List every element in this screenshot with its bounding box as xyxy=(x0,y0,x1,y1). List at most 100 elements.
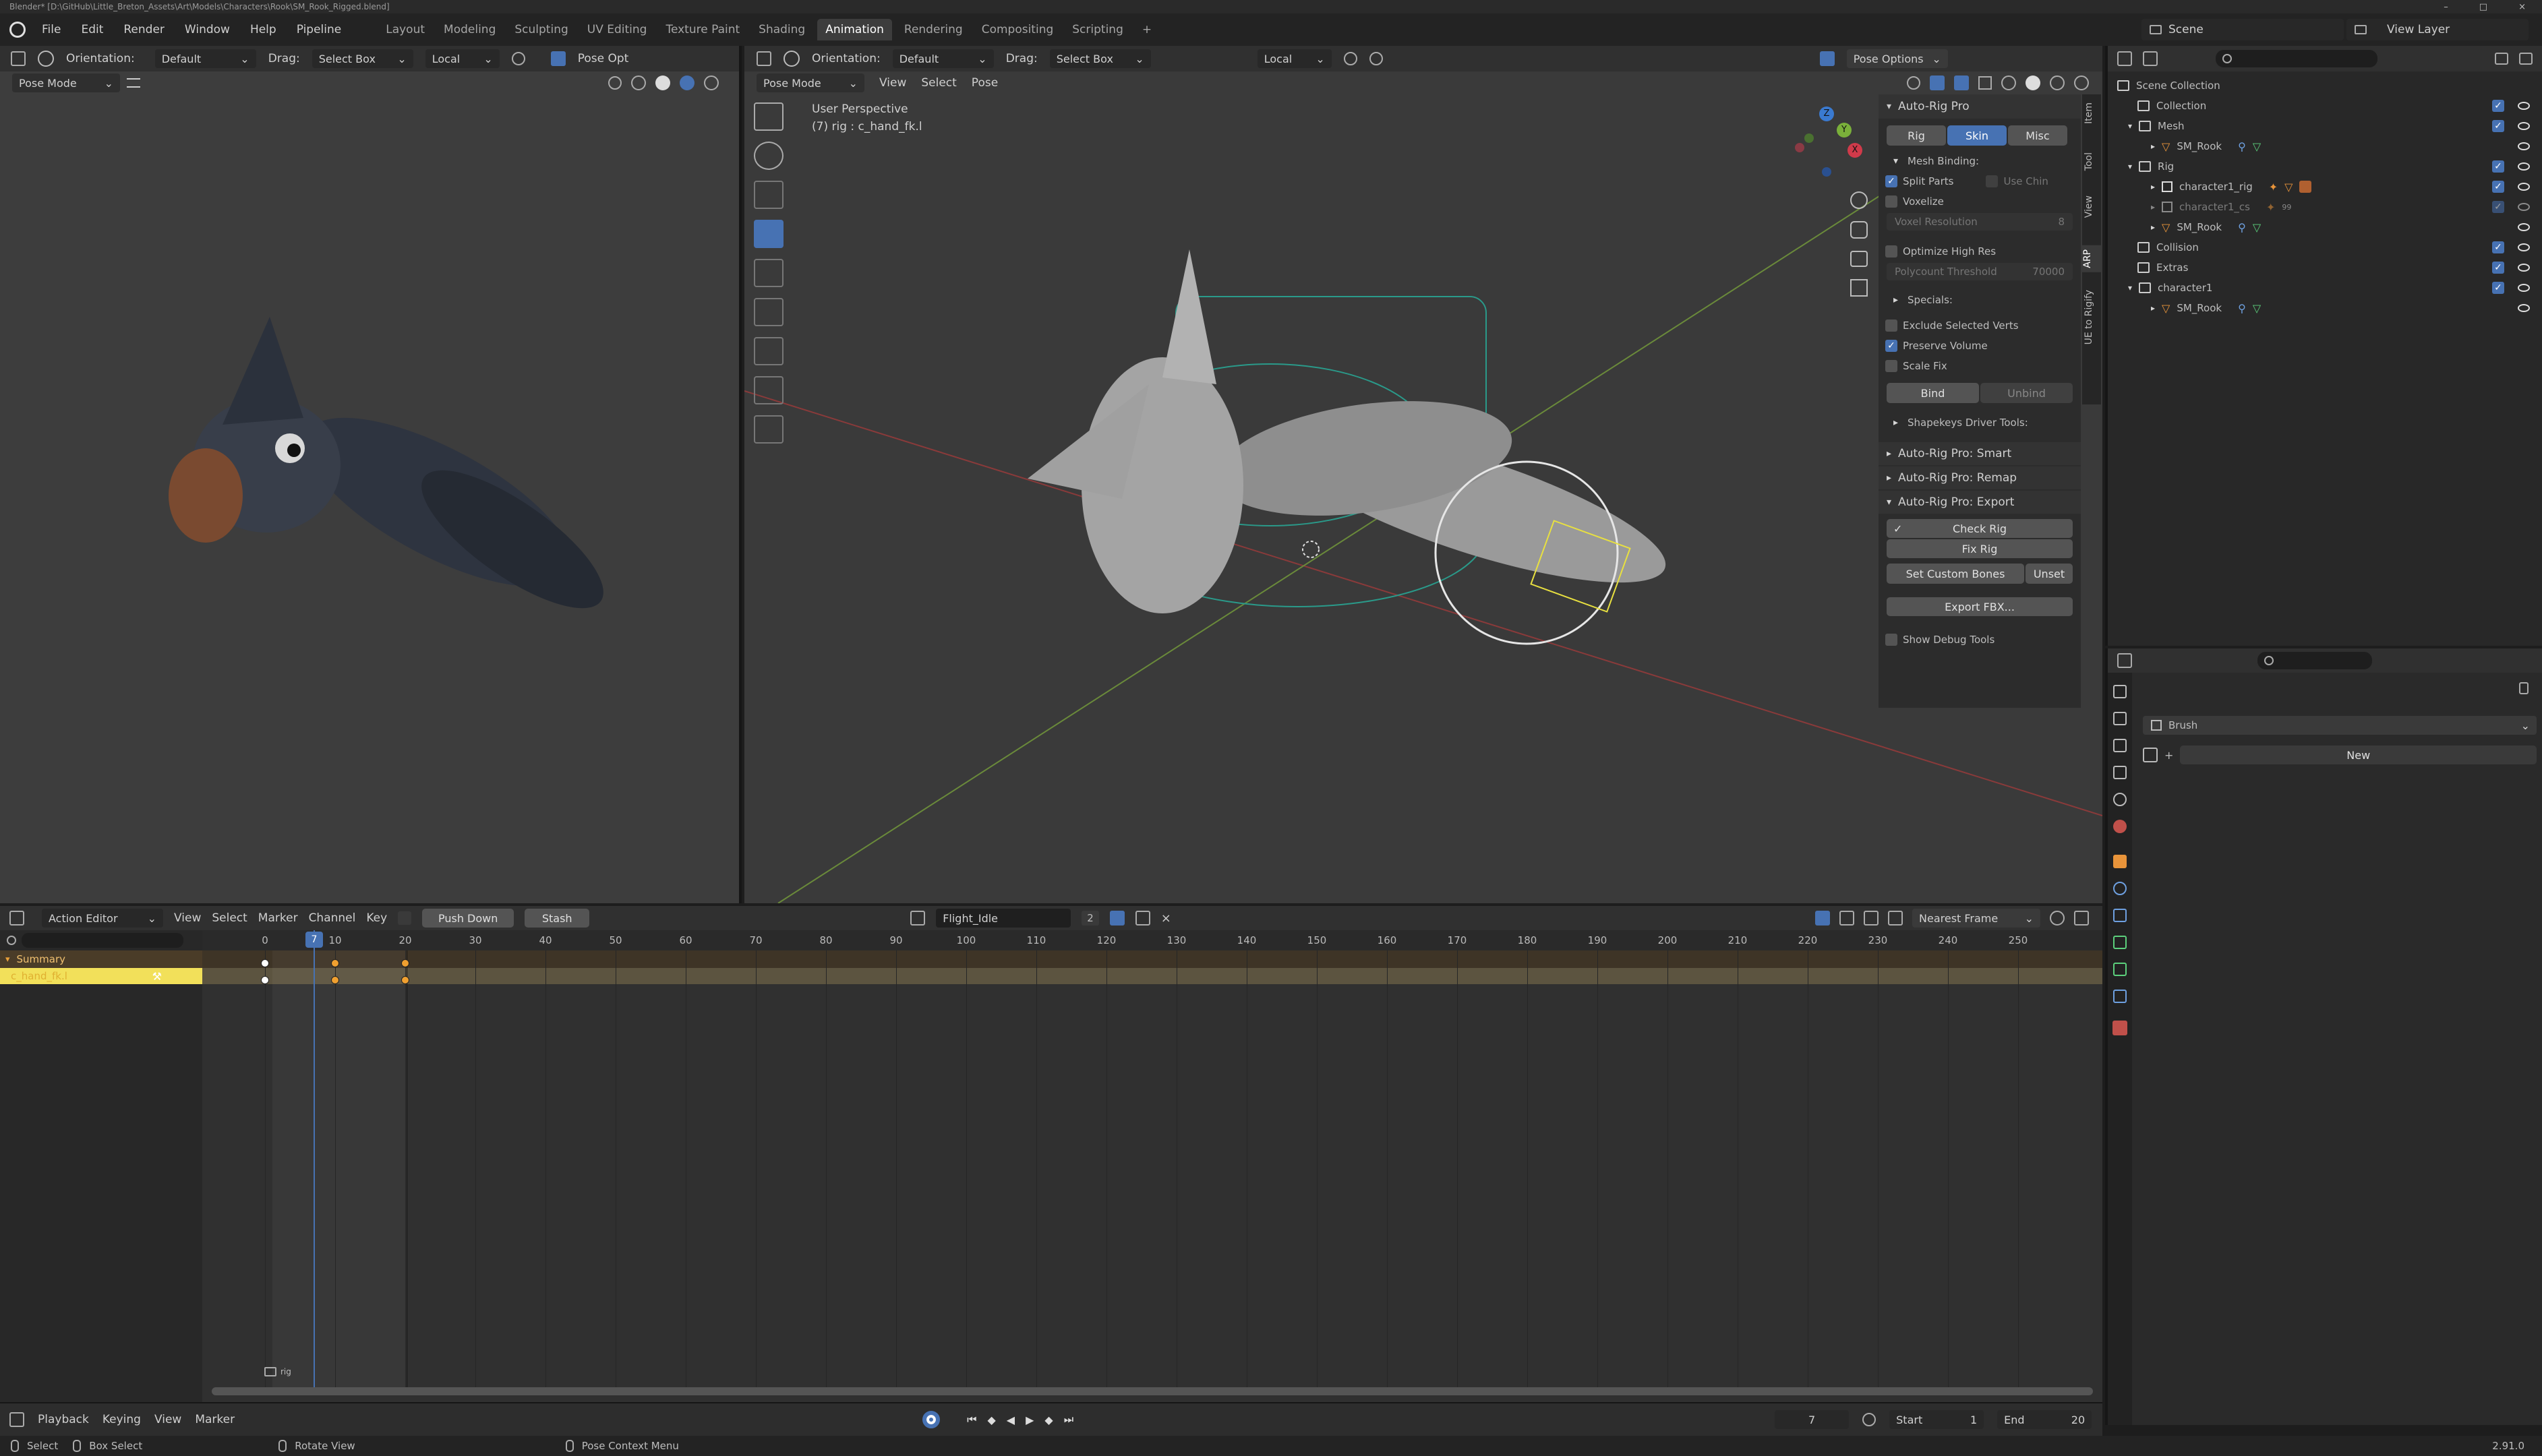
x-axis-icon[interactable]: X xyxy=(1848,143,1862,158)
outliner-row[interactable]: ▸ ▽ SM_Rook ⚲ ▽ xyxy=(2108,136,2542,156)
main-viewport[interactable]: Orientation: Default ⌄ Drag: Select Box ⌄ … xyxy=(744,46,2102,903)
mode-dropdown[interactable]: Action Editor ⌄ xyxy=(42,909,163,928)
xray-icon[interactable] xyxy=(1978,76,1992,90)
bind-button[interactable]: Bind xyxy=(1887,383,1979,403)
menu-key[interactable]: Key xyxy=(366,911,387,925)
editor-type-icon[interactable] xyxy=(11,51,26,66)
neg-z-axis-icon[interactable] xyxy=(1822,167,1831,177)
only-errors-icon[interactable] xyxy=(1864,911,1879,926)
outliner-row[interactable]: ▾ Rig ✓ xyxy=(2108,156,2542,177)
set-custom-bones-button[interactable]: Set Custom Bones xyxy=(1887,564,2024,584)
pose-options-label[interactable]: Pose Opt xyxy=(578,52,629,65)
pivot-dropdown[interactable]: Local ⌄ xyxy=(1257,49,1332,68)
tab-scripting[interactable]: Scripting xyxy=(1065,19,1130,40)
editor-type-icon[interactable] xyxy=(9,1412,24,1427)
output-properties-icon[interactable] xyxy=(2113,739,2127,752)
move-tool-icon[interactable] xyxy=(754,181,784,209)
object-properties-icon[interactable] xyxy=(2113,855,2127,868)
next-keyframe-icon[interactable]: ◆ xyxy=(1044,1414,1053,1426)
tab-rendering[interactable]: Rendering xyxy=(897,19,970,40)
outliner-search[interactable] xyxy=(2216,50,2377,67)
keyframe[interactable] xyxy=(401,976,409,984)
menu-playback[interactable]: Playback xyxy=(38,1413,89,1426)
tab-animation[interactable]: Animation xyxy=(817,19,892,40)
only-selected-icon[interactable] xyxy=(1815,911,1830,926)
object-data-properties-icon[interactable] xyxy=(2113,936,2127,949)
outliner-row[interactable]: ▾ Mesh ✓ xyxy=(2108,116,2542,136)
menu-view[interactable]: View xyxy=(879,76,906,90)
key-filter-icon[interactable] xyxy=(398,911,412,925)
mode-dropdown[interactable]: Pose Mode ⌄ xyxy=(12,73,120,92)
brush-selector[interactable]: Brush ⌄ xyxy=(2143,716,2537,735)
eye-icon[interactable] xyxy=(2518,243,2530,251)
editor-type-icon[interactable] xyxy=(9,911,24,926)
rotate-tool-icon[interactable] xyxy=(754,220,784,248)
wireframe-shading-icon[interactable] xyxy=(2001,75,2016,90)
outliner-row[interactable]: Extras ✓ xyxy=(2108,257,2542,278)
view-layer-properties-icon[interactable] xyxy=(2113,766,2127,779)
filter-icon[interactable] xyxy=(2495,53,2508,65)
texture-properties-icon[interactable] xyxy=(2112,1021,2127,1035)
scale-fix-checkbox[interactable] xyxy=(1885,360,1897,372)
transform-tool-icon[interactable] xyxy=(754,298,784,326)
menu-help[interactable]: Help xyxy=(250,23,276,36)
duplicate-action-icon[interactable] xyxy=(1135,911,1150,926)
split-parts-checkbox[interactable]: ✓ xyxy=(1885,175,1897,187)
render-shading-icon[interactable] xyxy=(704,75,719,90)
playhead-line[interactable] xyxy=(314,930,315,1395)
constraints-properties-icon[interactable] xyxy=(2113,909,2127,922)
fake-user-icon[interactable] xyxy=(1109,911,1125,926)
physics-properties-icon[interactable] xyxy=(2113,882,2127,895)
material-shading-icon[interactable] xyxy=(2050,75,2065,90)
keyframe[interactable] xyxy=(261,959,269,967)
optimize-checkbox[interactable] xyxy=(1885,245,1897,257)
arp-smart-header[interactable]: ▸ Auto-Rig Pro: Smart xyxy=(1879,442,2081,465)
arp-header[interactable]: ▾ Auto-Rig Pro xyxy=(1879,94,2081,119)
properties-search[interactable] xyxy=(2257,652,2372,669)
unset-button[interactable]: Unset xyxy=(2026,564,2073,584)
eye-icon[interactable] xyxy=(2518,304,2530,312)
tab-uv-editing[interactable]: UV Editing xyxy=(581,19,654,40)
editor-type-icon[interactable] xyxy=(757,51,771,66)
mirror-x-icon[interactable] xyxy=(550,51,566,66)
timeline-region[interactable]: 0 10 20 30 40 50 60 70 80 90 100 110 120 130 140 150 160… xyxy=(202,930,2102,1402)
bone-roll-tool-icon[interactable] xyxy=(754,415,784,444)
tab-tool[interactable]: Tool xyxy=(2083,152,2094,171)
include-checkbox[interactable]: ✓ xyxy=(2492,160,2504,173)
tab-item[interactable]: Item xyxy=(2083,102,2094,124)
tab-shading[interactable]: Shading xyxy=(752,19,812,40)
texture-browse-icon[interactable] xyxy=(2143,748,2158,762)
tab-arp[interactable]: ARP xyxy=(2082,245,2101,272)
tab-layout[interactable]: Layout xyxy=(379,19,432,40)
select-box-tool-icon[interactable] xyxy=(754,102,784,131)
include-checkbox[interactable]: ✓ xyxy=(2492,262,2504,274)
menu-channel[interactable]: Channel xyxy=(309,911,356,925)
unbind-button[interactable]: Unbind xyxy=(1980,383,2073,403)
stash-button[interactable]: Stash xyxy=(525,909,590,928)
show-hidden-icon[interactable] xyxy=(1839,911,1854,926)
drag-dropdown[interactable]: Select Box ⌄ xyxy=(1049,49,1151,68)
menu-marker[interactable]: Marker xyxy=(258,911,298,925)
scale-tool-icon[interactable] xyxy=(754,259,784,287)
menu-render[interactable]: Render xyxy=(123,23,165,36)
pivot-dropdown[interactable]: Local ⌄ xyxy=(425,49,500,68)
editor-type-icon[interactable] xyxy=(2117,653,2132,668)
preserve-volume-checkbox[interactable]: ✓ xyxy=(1885,340,1897,352)
bone-properties-icon[interactable] xyxy=(2113,963,2127,976)
prev-keyframe-icon[interactable]: ◆ xyxy=(987,1414,995,1426)
add-workspace-button[interactable]: + xyxy=(1135,19,1158,40)
outliner-row[interactable]: ▸ ▽ SM_Rook ⚲ ▽ xyxy=(2108,298,2542,318)
keyframe[interactable] xyxy=(331,976,339,984)
include-checkbox[interactable]: ✓ xyxy=(2492,201,2504,213)
include-checkbox[interactable]: ✓ xyxy=(2492,241,2504,253)
annotate-tool-icon[interactable] xyxy=(754,337,784,365)
play-icon[interactable]: ▶ xyxy=(1026,1414,1034,1426)
orientation-dropdown[interactable]: Default ⌄ xyxy=(892,49,994,68)
visibility-icon[interactable] xyxy=(1907,76,1920,90)
new-texture-button[interactable]: New xyxy=(2180,746,2537,764)
jump-start-icon[interactable]: ⏮ xyxy=(967,1413,976,1426)
scene-properties-icon[interactable] xyxy=(2113,793,2127,806)
tab-texture-paint[interactable]: Texture Paint xyxy=(659,19,746,40)
navigation-gizmo[interactable]: Z Y X xyxy=(1790,107,1864,181)
neg-x-axis-icon[interactable] xyxy=(1795,143,1804,152)
